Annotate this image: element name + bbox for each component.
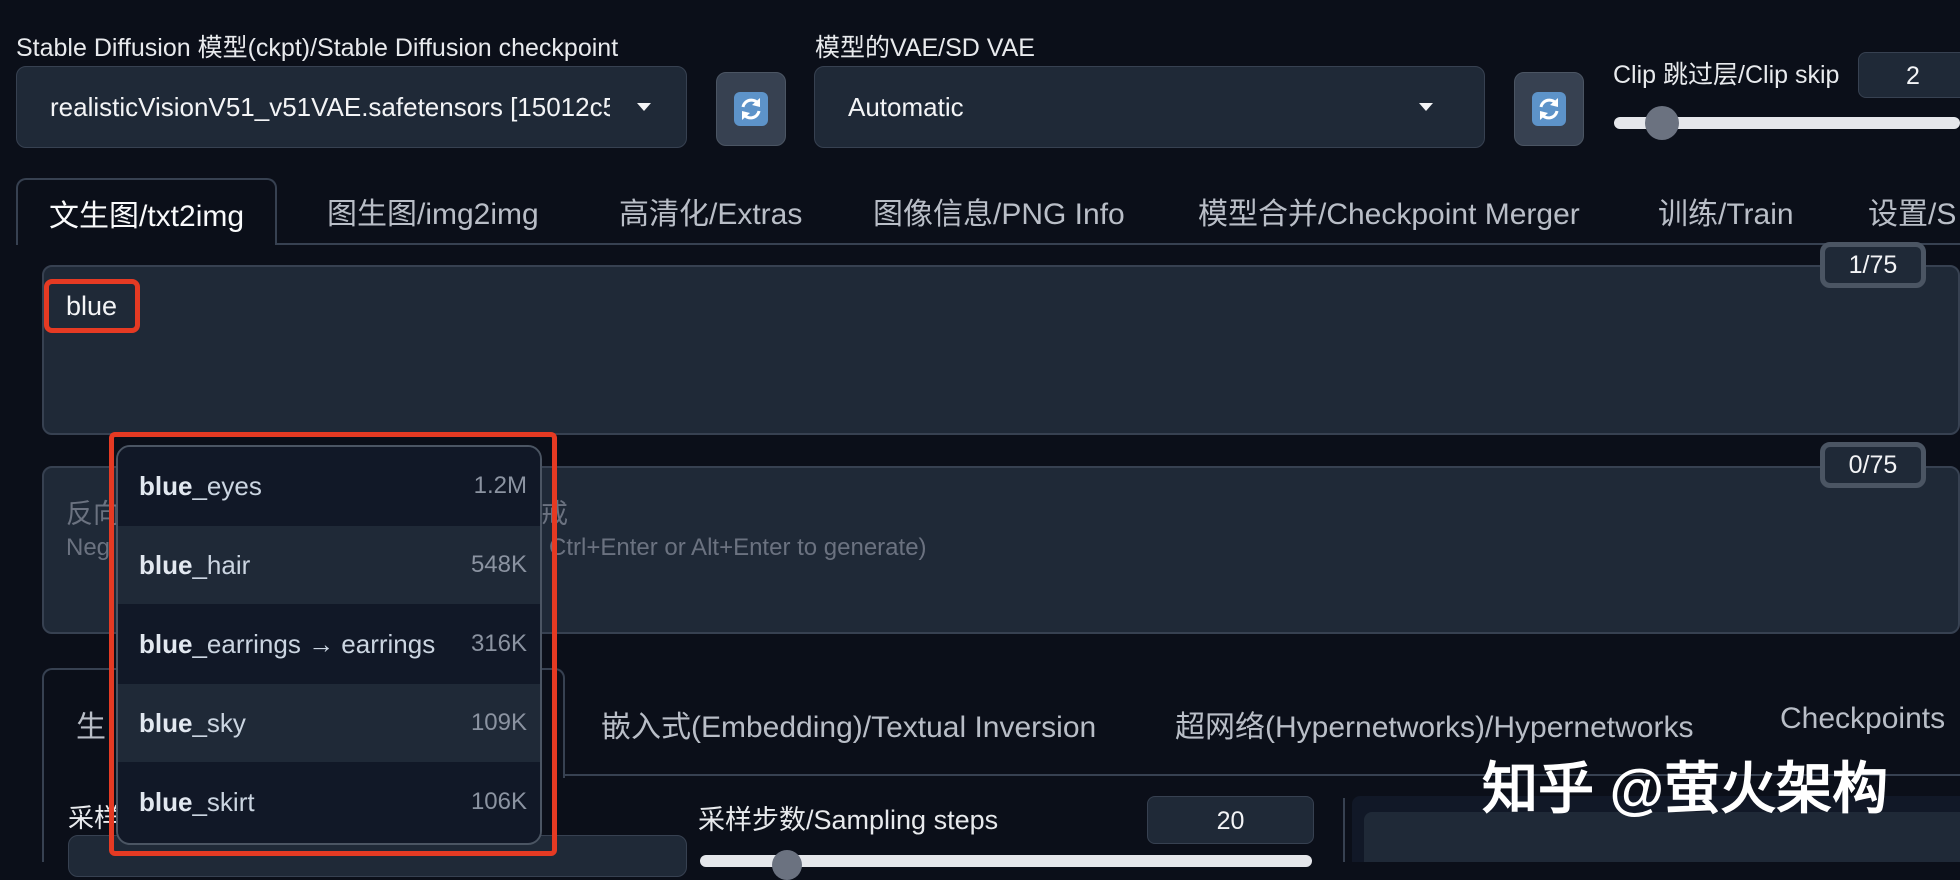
sampling-steps-slider-handle[interactable]	[772, 850, 802, 880]
prompt-textarea[interactable]: blue	[42, 265, 1960, 435]
refresh-vae-button[interactable]	[1514, 72, 1584, 146]
sampling-steps-label: 采样步数/Sampling steps	[698, 805, 999, 835]
subtab-generation[interactable]: 生	[76, 702, 106, 746]
checkpoint-value: realisticVisionV51_v51VAE.safetensors [1…	[50, 92, 610, 122]
checkpoint-label: Stable Diffusion 模型(ckpt)/Stable Diffusi…	[16, 34, 619, 62]
output-panel-divider	[1343, 798, 1345, 862]
vae-dropdown[interactable]: Automatic	[814, 66, 1485, 148]
tab-png-info[interactable]: 图像信息/PNG Info	[873, 178, 1125, 244]
panel-left-border	[42, 778, 44, 862]
sampling-steps-input[interactable]: 20	[1147, 796, 1314, 844]
subtab-embedding[interactable]: 嵌入式(Embedding)/Textual Inversion	[601, 702, 1096, 746]
refresh-icon	[734, 92, 768, 126]
tab-txt2img[interactable]: 文生图/txt2img	[16, 178, 278, 245]
clip-skip-label: Clip 跳过层/Clip skip	[1613, 61, 1840, 89]
watermark: 知乎 @萤火架构	[1482, 757, 1889, 820]
vae-value: Automatic	[848, 92, 964, 122]
negative-token-counter: 0/75	[1820, 442, 1926, 488]
tab-extras[interactable]: 高清化/Extras	[619, 178, 802, 244]
clip-skip-slider-handle[interactable]	[1645, 106, 1679, 140]
subtab-checkpoints[interactable]: Checkpoints	[1780, 702, 1945, 736]
tab-train[interactable]: 训练/Train	[1658, 178, 1794, 244]
checkpoint-dropdown[interactable]: realisticVisionV51_v51VAE.safetensors [1…	[16, 66, 687, 148]
negative-placeholder-line2-end: Ctrl+Enter or Alt+Enter to generate)	[549, 534, 927, 561]
prompt-highlight-box	[44, 279, 140, 333]
tab-settings[interactable]: 设置/S	[1868, 178, 1956, 244]
negative-placeholder-line2-start: Neg	[66, 534, 111, 561]
refresh-icon	[1532, 92, 1566, 126]
prompt-token-counter: 1/75	[1820, 242, 1926, 288]
subtab-hypernetworks[interactable]: 超网络(Hypernetworks)/Hypernetworks	[1175, 702, 1693, 746]
refresh-checkpoint-button[interactable]	[716, 72, 786, 146]
tab-checkpoint-merger[interactable]: 模型合并/Checkpoint Merger	[1198, 178, 1580, 244]
vae-label: 模型的VAE/SD VAE	[815, 34, 1035, 62]
chevron-down-icon	[1419, 103, 1433, 111]
clip-skip-input[interactable]: 2	[1858, 52, 1960, 98]
autocomplete-highlight-box	[109, 432, 557, 856]
tab-img2img[interactable]: 图生图/img2img	[327, 178, 539, 244]
chevron-down-icon	[637, 103, 651, 111]
